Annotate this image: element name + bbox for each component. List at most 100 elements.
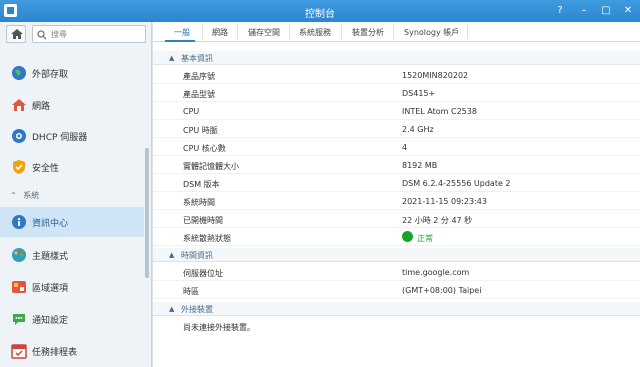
sidebar-item-label: 區域選項 [32,284,69,294]
palette-icon [11,247,27,263]
tab-divider [341,25,342,39]
info-row: 尚未連接外接裝置。 [153,317,640,335]
sidebar-item-label: 通知設定 [32,316,69,326]
info-value: 4 [402,143,408,152]
section-title: 外接裝置 [181,305,213,314]
status-value: 正常 [417,234,433,243]
tab-synology-account[interactable]: Synology 帳戶 [404,27,459,38]
sidebar-item-label: 安全性 [32,164,60,174]
info-value: 2021-11-15 09:23:43 [402,197,487,206]
home-icon [11,29,23,39]
info-row: CPU 時脈 2.4 GHz [153,120,640,138]
chevron-up-icon: ▲ [169,251,175,259]
info-key: CPU 時脈 [183,126,218,135]
empty-message: 尚未連接外接裝置。 [183,323,255,332]
info-key: 產品序號 [183,72,215,81]
info-key: DSM 版本 [183,180,220,189]
globe-icon [11,65,27,81]
info-value: 1520MIN820202 [402,71,469,80]
info-row: 系統時間 2021-11-15 09:23:43 [153,192,640,210]
tab-services[interactable]: 系統服務 [299,27,331,38]
section-title: 時間資訊 [181,251,213,260]
sidebar-item-theme[interactable]: 主題樣式 [0,240,144,270]
calendar-icon [11,343,27,359]
sidebar-item-external-access[interactable]: 外部存取 [0,58,144,88]
sidebar-item-label: 任務排程表 [32,348,78,358]
chevron-up-icon: ⌃ [10,191,17,200]
info-key: 時區 [183,287,199,296]
info-value: (GMT+08:00) Taipei [402,286,482,295]
tab-divider [393,25,394,39]
tab-divider [289,25,290,39]
info-row: 伺服器位址 time.google.com [153,263,640,281]
tab-device-analytics[interactable]: 裝置分析 [352,27,384,38]
search-input[interactable] [51,28,141,40]
info-row: CPU INTEL Atom C2538 [153,102,640,120]
info-row: DSM 版本 DSM 6.2.4-25556 Update 2 [153,174,640,192]
section-title: 基本資訊 [181,54,213,63]
info-row: 產品型號 DS415+ [153,84,640,102]
sidebar-item-notification[interactable]: 通知設定 [0,304,144,334]
window-title: 控制台 [305,9,335,20]
status-ok-icon [402,231,413,242]
dhcp-icon [11,128,27,144]
maximize-icon[interactable]: □ [598,3,614,19]
section-external-devices[interactable]: ▲ 外接裝置 [153,302,640,316]
main-panel: 一般 網路 儲存空間 系統服務 裝置分析 Synology 帳戶 ▲ 基本資訊 … [153,22,640,367]
info-row: 產品序號 1520MIN820202 [153,66,640,84]
info-value: DSM 6.2.4-25556 Update 2 [402,179,511,188]
shield-icon [11,159,27,175]
sidebar: 外部存取 網路 DHCP 伺服器 安全性 ⌃ 系統 資訊中心 主題樣式 [0,22,152,367]
info-value: DS415+ [402,89,436,98]
info-row: 系統散熱狀態 正常 [153,228,640,246]
info-key: 已開機時間 [183,216,223,225]
info-row: CPU 核心數 4 [153,138,640,156]
info-key: CPU [183,107,200,116]
info-key: 產品型號 [183,90,215,99]
sidebar-item-info-center[interactable]: 資訊中心 [0,207,144,237]
section-basic-info[interactable]: ▲ 基本資訊 [153,51,640,65]
info-value: 22 小時 2 分 47 秒 [402,216,473,225]
info-key: CPU 核心數 [183,144,226,153]
info-value: 8192 MB [402,161,438,170]
info-key: 伺服器位址 [183,269,223,278]
notification-icon [11,311,27,327]
info-key: 系統時間 [183,198,215,207]
sidebar-item-dhcp[interactable]: DHCP 伺服器 [0,121,144,151]
chevron-up-icon: ▲ [169,54,175,62]
info-row: 已開機時間 22 小時 2 分 47 秒 [153,210,640,228]
search-field[interactable] [32,25,146,43]
house-network-icon [11,97,27,113]
tab-divider [202,25,203,39]
sidebar-item-network[interactable]: 網路 [0,90,144,120]
active-tab-indicator [165,40,195,42]
sidebar-item-label: 資訊中心 [32,219,69,229]
tab-divider [237,25,238,39]
home-button[interactable] [6,25,26,43]
close-icon[interactable]: ✕ [620,3,636,19]
sidebar-item-label: 主題樣式 [32,252,69,262]
section-time-info[interactable]: ▲ 時間資訊 [153,248,640,262]
tab-storage[interactable]: 儲存空間 [248,27,280,38]
info-value: 2.4 GHz [402,125,434,134]
info-key: 實體記憶體大小 [183,162,239,171]
sidebar-item-region[interactable]: 區域選項 [0,272,144,302]
sidebar-scrollbar[interactable] [145,148,149,278]
sidebar-item-security[interactable]: 安全性 [0,152,144,182]
tab-bar: 一般 網路 儲存空間 系統服務 裝置分析 Synology 帳戶 [153,22,640,42]
tab-general[interactable]: 一般 [174,27,190,38]
section-label: 系統 [23,191,40,200]
info-value: INTEL Atom C2538 [402,107,477,116]
info-row: 實體記憶體大小 8192 MB [153,156,640,174]
help-icon[interactable]: ? [552,3,568,19]
minimize-icon[interactable]: – [576,3,592,19]
sidebar-item-task-scheduler[interactable]: 任務排程表 [0,336,144,366]
region-icon [11,279,27,295]
sidebar-item-label: 外部存取 [32,70,69,80]
sidebar-item-label: 網路 [32,102,51,112]
info-value: time.google.com [402,268,470,277]
tab-divider [467,25,468,39]
sidebar-item-label: DHCP 伺服器 [32,133,88,143]
tab-network[interactable]: 網路 [212,27,228,38]
sidebar-section-system[interactable]: ⌃ 系統 [10,190,39,201]
